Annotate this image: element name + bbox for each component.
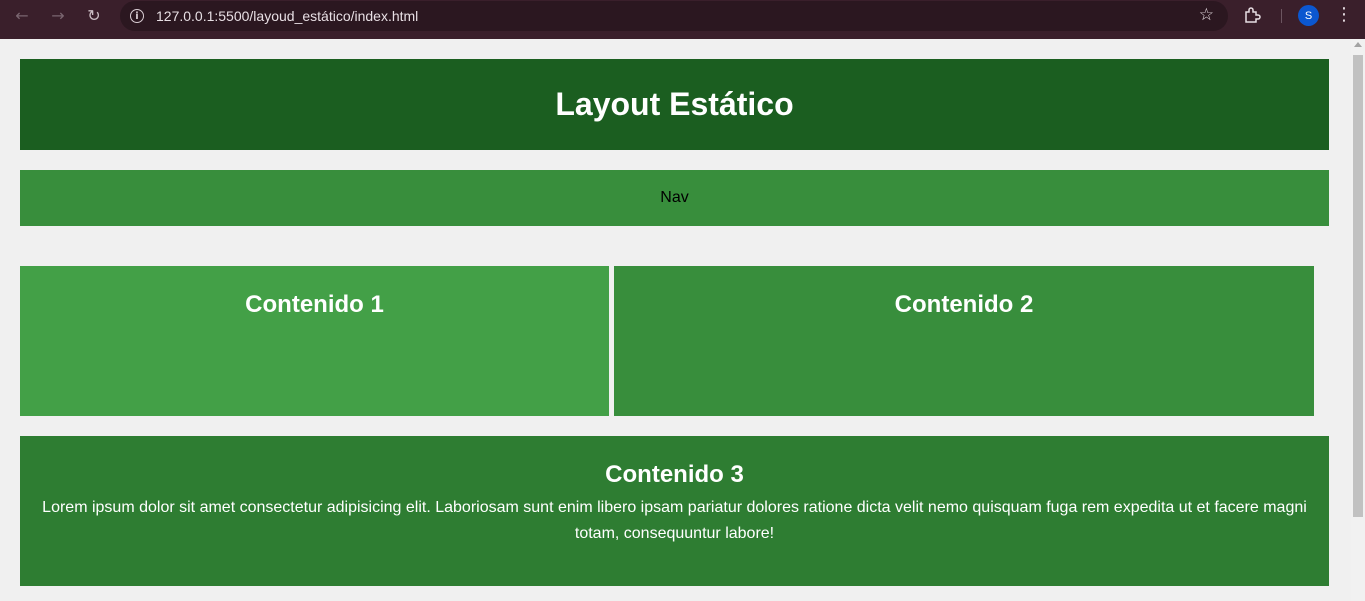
page-title: Layout Estático (555, 86, 794, 122)
forward-arrow-icon[interactable]: → (40, 0, 76, 31)
profile-avatar[interactable]: S (1298, 5, 1319, 26)
toolbar-divider (1281, 9, 1282, 23)
content-box-3: Contenido 3 Lorem ipsum dolor sit amet c… (20, 436, 1329, 586)
page-viewport: Layout Estático Nav Contenido 1 Contenid… (0, 39, 1351, 601)
more-menu-icon[interactable]: ⋮ (1335, 4, 1353, 25)
scroll-up-arrow-icon[interactable] (1354, 42, 1362, 47)
browser-toolbar: ← → ↻ i 127.0.0.1:5500/layoud_estático/i… (0, 0, 1365, 39)
url-text[interactable]: 127.0.0.1:5500/layoud_estático/index.htm… (156, 8, 418, 24)
content-box-1: Contenido 1 (20, 266, 609, 416)
page-header: Layout Estático (20, 59, 1329, 150)
content-2-title: Contenido 2 (894, 291, 1034, 318)
vertical-scrollbar[interactable] (1351, 39, 1365, 601)
nav-bar: Nav (20, 170, 1329, 226)
nav-label: Nav (660, 189, 689, 206)
site-info-icon[interactable]: i (130, 9, 144, 23)
content-1-title: Contenido 1 (245, 291, 384, 318)
content-3-title: Contenido 3 (605, 461, 744, 488)
content-3-text: Lorem ipsum dolor sit amet consectetur a… (42, 499, 1307, 542)
scrollbar-thumb[interactable] (1353, 55, 1363, 517)
bookmark-star-icon[interactable]: ☆ (1199, 5, 1214, 25)
address-bar[interactable]: i 127.0.0.1:5500/layoud_estático/index.h… (120, 1, 1228, 31)
content-box-2: Contenido 2 (614, 266, 1314, 416)
back-arrow-icon[interactable]: ← (4, 0, 40, 31)
reload-icon[interactable]: ↻ (76, 0, 112, 31)
extensions-puzzle-icon[interactable] (1243, 6, 1261, 24)
